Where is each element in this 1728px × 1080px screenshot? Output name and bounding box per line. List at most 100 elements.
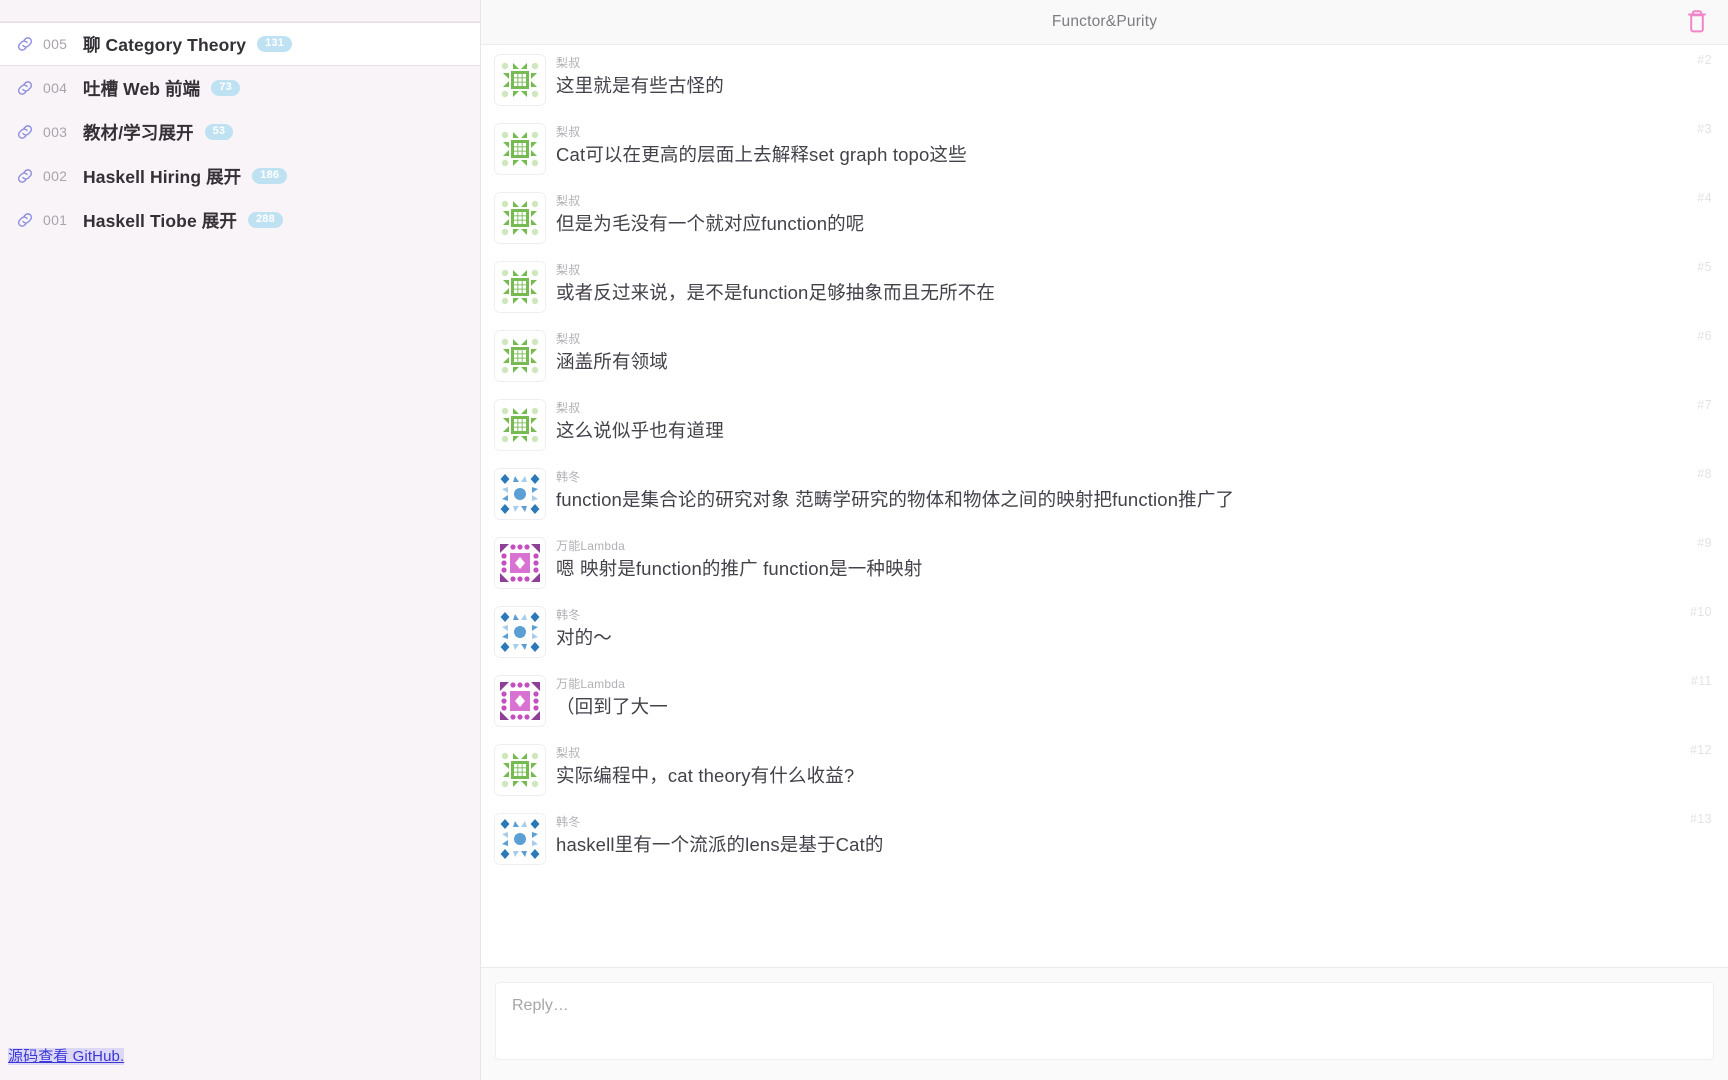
avatar [495, 814, 545, 864]
avatar [495, 55, 545, 105]
reply-input[interactable] [495, 982, 1714, 1060]
thread-title: 吐槽 Web 前端 [83, 78, 201, 99]
avatar [495, 331, 545, 381]
sidebar-top-spacer [0, 0, 480, 22]
thread-title: Haskell Tiobe 展开 [83, 210, 237, 231]
message-text: （回到了大一 [556, 696, 668, 718]
message-body: 万能Lambda （回到了大一 [556, 675, 1666, 720]
message-text: 涵盖所有领域 [556, 351, 668, 373]
message-row: 梨叔 或者反过来说，是不是function足够抽象而且无所不在 #5 [481, 252, 1728, 321]
message-text: 实际编程中，cat theory有什么收益? [556, 765, 855, 787]
github-source-link[interactable]: 源码查看 GitHub. [8, 1048, 125, 1065]
avatar [495, 400, 545, 450]
message-author: 梨叔 [556, 56, 581, 70]
avatar [495, 469, 545, 519]
message-index: #9 [1697, 536, 1712, 550]
avatar [495, 538, 545, 588]
message-body: 韩冬 haskell里有一个流派的lens是基于Cat的 [556, 813, 1666, 858]
message-body: 梨叔这么说似乎也有道理 [556, 399, 1666, 444]
thread-count-badge: 288 [247, 211, 283, 229]
message-text: 这里就是有些古怪的 [556, 75, 724, 97]
thread-item[interactable]: 004 吐槽 Web 前端 73 [0, 66, 480, 110]
message-author: 梨叔 [556, 263, 581, 277]
message-index: #12 [1689, 743, 1712, 757]
message-index: #3 [1697, 122, 1712, 136]
thread-number: 001 [43, 212, 68, 228]
message-index: #6 [1697, 329, 1712, 343]
message-text: haskell里有一个流派的lens是基于Cat的 [556, 834, 884, 856]
thread-count-badge: 131 [257, 35, 293, 53]
message-text: function是集合论的研究对象 范畴学研究的物体和物体之间的映射把funct… [556, 489, 1235, 511]
thread-number: 005 [43, 36, 68, 52]
message-index: #10 [1689, 605, 1712, 619]
message-index: #8 [1697, 467, 1712, 481]
message-index: #4 [1697, 191, 1712, 205]
avatar [495, 676, 545, 726]
message-row: 韩冬 haskell里有一个流派的lens是基于Cat的 #13 [481, 804, 1728, 873]
message-row: 韩冬对的〜 #10 [481, 597, 1728, 666]
message-body: 梨叔实际编程中，cat theory有什么收益? [556, 744, 1666, 789]
page-title: Functor&Purity [1051, 13, 1158, 30]
message-author: 韩冬 [556, 815, 581, 829]
message-text: 但是为毛没有一个就对应function的呢 [556, 213, 865, 235]
message-author: 韩冬 [556, 608, 581, 622]
message-text: 嗯 映射是function的推广 function是一种映射 [556, 558, 923, 580]
sidebar: 005 聊 Category Theory 131 004 吐槽 Web 前端 73 003… [0, 0, 481, 1080]
message-row: 万能Lambda 嗯 映射是function的推广 function是一种映射 #9 [481, 528, 1728, 597]
sidebar-footer: 源码查看 GitHub. [0, 1045, 480, 1080]
thread-title: 教材/学习展开 [83, 122, 194, 143]
app-root: 005 聊 Category Theory 131 004 吐槽 Web 前端 73 003… [0, 0, 1728, 1080]
message-author: 万能Lambda [556, 539, 625, 553]
message-index: #7 [1697, 398, 1712, 412]
thread-item[interactable]: 003 教材/学习展开 53 [0, 110, 480, 154]
link-icon [14, 165, 36, 187]
message-text: 或者反过来说，是不是function足够抽象而且无所不在 [556, 282, 995, 304]
thread-item[interactable]: 005 聊 Category Theory 131 [0, 22, 480, 66]
message-row: 万能Lambda （回到了大一 #11 [481, 666, 1728, 735]
message-body: 万能Lambda 嗯 映射是function的推广 function是一种映射 [556, 537, 1666, 582]
message-author: 梨叔 [556, 125, 581, 139]
message-text: 这么说似乎也有道理 [556, 420, 724, 442]
message-author: 梨叔 [556, 401, 581, 415]
thread-list: 005 聊 Category Theory 131 004 吐槽 Web 前端 73 003… [0, 22, 480, 1045]
delete-thread-button[interactable] [1682, 7, 1712, 37]
message-text: 对的〜 [556, 627, 612, 649]
message-index: #13 [1689, 812, 1712, 826]
message-row: 梨叔实际编程中，cat theory有什么收益? #12 [481, 735, 1728, 804]
message-list[interactable]: 梨叔 这里就是有些古怪的 #2 梨叔 Cat可以在更高的层面上去解释set graph … [481, 45, 1728, 967]
link-icon [14, 33, 36, 55]
message-body: 韩冬 function是集合论的研究对象 范畴学研究的物体和物体之间的映射把fun… [556, 468, 1666, 513]
trash-icon [1686, 8, 1708, 37]
thread-item[interactable]: 002 Haskell Hiring 展开 186 [0, 154, 480, 198]
message-index: #2 [1697, 53, 1712, 67]
thread-title: 聊 Category Theory [83, 34, 247, 55]
thread-count-badge: 53 [204, 123, 234, 141]
avatar [495, 607, 545, 657]
link-icon [14, 209, 36, 231]
message-author: 万能Lambda [556, 677, 625, 691]
message-row: 韩冬 function是集合论的研究对象 范畴学研究的物体和物体之间的映射把fun… [481, 459, 1728, 528]
message-text: Cat可以在更高的层面上去解释set graph topo这些 [556, 144, 967, 166]
message-body: 梨叔 Cat可以在更高的层面上去解释set graph topo这些 [556, 123, 1666, 168]
message-author: 梨叔 [556, 746, 581, 760]
message-body: 韩冬 对的〜 [556, 606, 1666, 651]
message-row: 梨叔这么说似乎也有道理 #7 [481, 390, 1728, 459]
avatar [495, 193, 545, 243]
message-body: 梨叔或者反过来说，是不是function足够抽象而且无所不在 [556, 261, 1666, 306]
thread-number: 004 [43, 80, 68, 96]
avatar [495, 262, 545, 312]
message-row: 梨叔涵盖所有领域 #6 [481, 321, 1728, 390]
message-row: 梨叔 但是为毛没有一个就对应function的呢 #4 [481, 183, 1728, 252]
main-header: Functor&Purity [481, 0, 1728, 45]
main-panel: Functor&Purity 梨叔 这里就是有些古怪的 #2 梨叔 Cat可以在更高的层… [481, 0, 1728, 1080]
link-icon [14, 77, 36, 99]
message-author: 梨叔 [556, 332, 581, 346]
message-body: 梨叔 涵盖所有领域 [556, 330, 1666, 375]
avatar [495, 745, 545, 795]
thread-item[interactable]: 001 Haskell Tiobe 展开 288 [0, 198, 480, 242]
reply-bar [481, 967, 1728, 1080]
thread-number: 002 [43, 168, 68, 184]
message-author: 韩冬 [556, 470, 581, 484]
thread-title: Haskell Hiring 展开 [83, 166, 242, 187]
message-body: 梨叔这里就是有些古怪的 [556, 54, 1666, 99]
